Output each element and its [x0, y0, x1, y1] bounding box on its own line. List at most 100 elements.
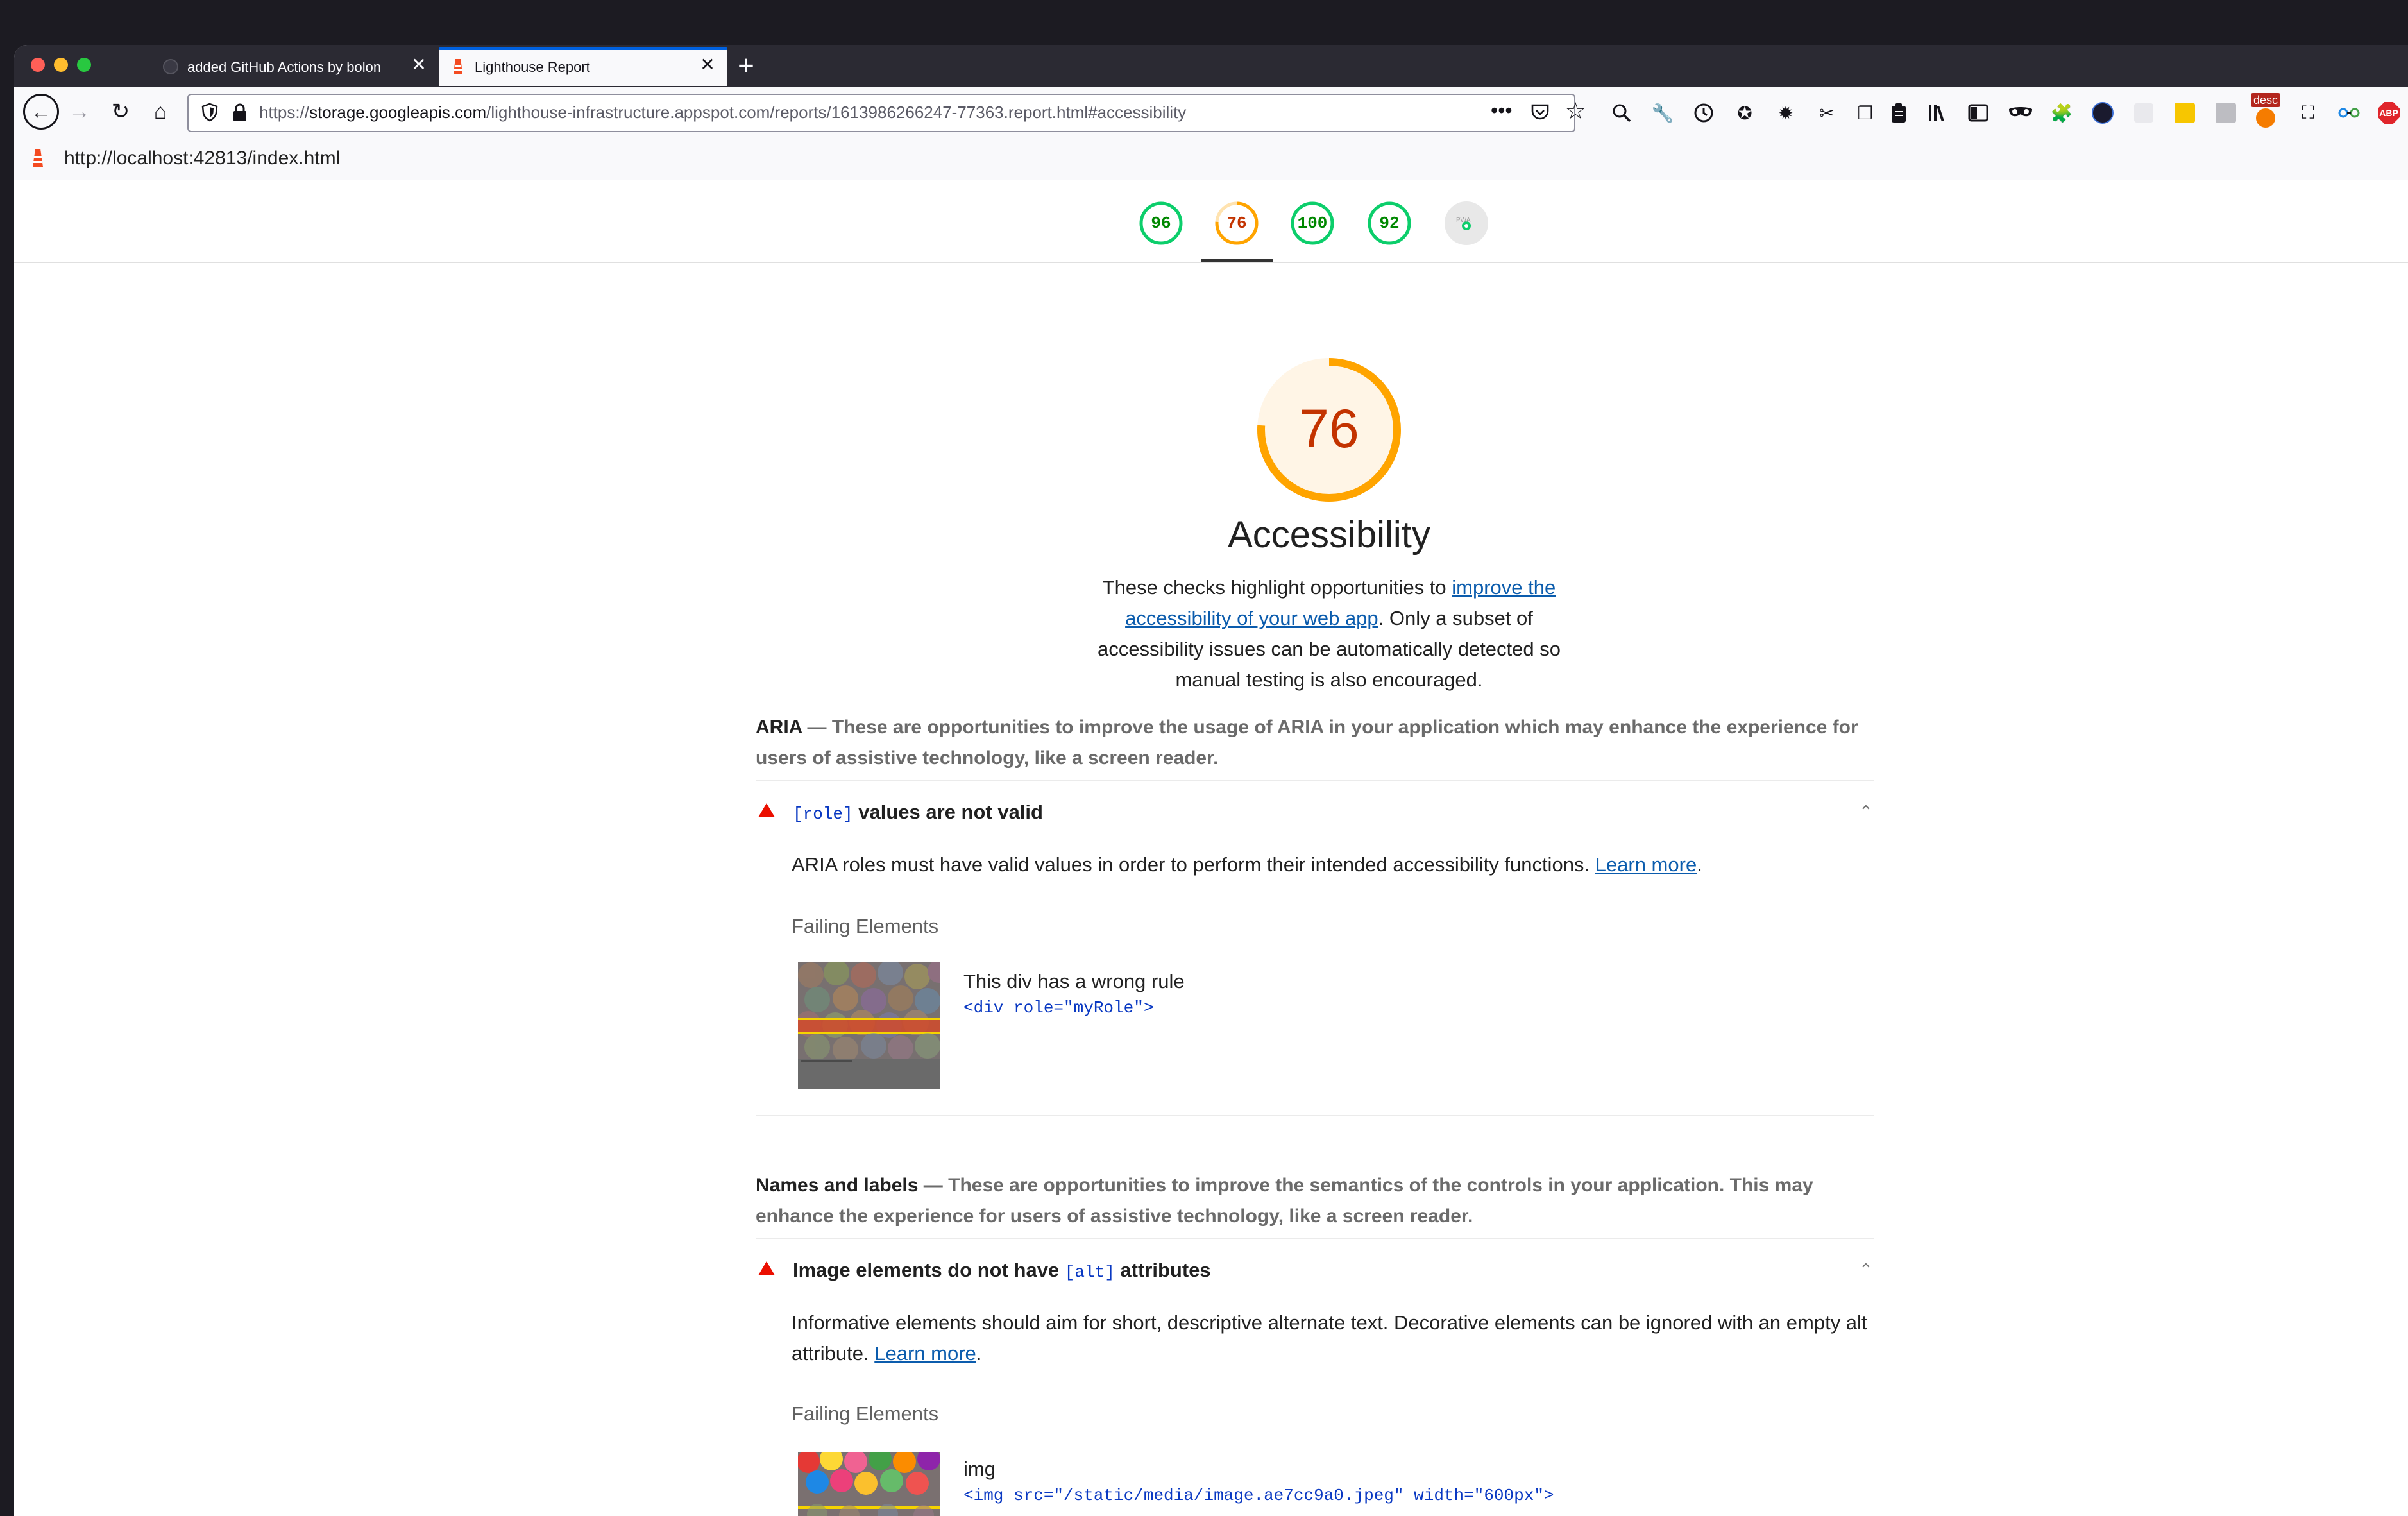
lock-icon[interactable]	[231, 103, 249, 123]
period: .	[1697, 853, 1702, 876]
group-separator: —	[802, 717, 832, 738]
scissors-icon[interactable]: ✂	[1814, 100, 1840, 126]
audit-description: Informative elements should aim for shor…	[792, 1307, 1869, 1369]
url-text[interactable]: https://storage.googleapis.com/lighthous…	[259, 103, 1350, 123]
audit-code: [role]	[793, 805, 853, 824]
seo-gauge[interactable]	[1366, 200, 1412, 246]
page-actions-icon[interactable]: •••	[1491, 99, 1513, 123]
navigation-toolbar: ← → ↻ ⌂ https://storage.googleapis.com/l…	[14, 87, 2408, 137]
back-button[interactable]: ←	[23, 94, 59, 130]
group-names-labels-header: Names and labels — These are opportuniti…	[756, 1170, 1879, 1232]
element-snippet: <img src="/static/media/image.ae7cc9a0.j…	[963, 1486, 1554, 1505]
learn-more-link[interactable]: Learn more	[1595, 853, 1697, 876]
desc-extension-icon[interactable]: desc	[2250, 92, 2281, 128]
audit-image-alt[interactable]: Image elements do not have [alt] attribu…	[756, 1252, 1874, 1291]
close-window-button[interactable]	[31, 58, 45, 72]
bookmark-star-icon[interactable]: ☆	[1565, 98, 1586, 124]
abp-icon[interactable]: ABP	[2376, 100, 2402, 126]
tested-url: http://localhost:42813/index.html	[64, 148, 341, 169]
yellow-extension-icon[interactable]	[2172, 100, 2198, 126]
tab-title: added GitHub Actions by bolon	[187, 59, 382, 75]
audit-title-text-before: Image elements do not have	[793, 1259, 1065, 1281]
url-host: storage.googleapis.com	[309, 103, 487, 122]
audit-title: [role] values are not valid	[793, 801, 1043, 824]
home-button[interactable]: ⌂	[145, 96, 176, 127]
search-icon[interactable]	[1609, 100, 1634, 126]
period: .	[976, 1342, 982, 1365]
maximize-window-button[interactable]	[77, 58, 91, 72]
reader-icon[interactable]: ✪	[1732, 100, 1758, 126]
new-tab-button[interactable]: +	[730, 50, 762, 82]
group-title: ARIA	[756, 717, 802, 738]
forward-button[interactable]: →	[64, 96, 95, 127]
element-screenshot-thumbnail[interactable]	[798, 962, 940, 1089]
abp-badge: ABP	[2378, 102, 2400, 124]
gray-extension-icon[interactable]	[2213, 100, 2239, 126]
settings-icon[interactable]: ✹	[1773, 100, 1799, 126]
performance-gauge[interactable]	[1138, 200, 1184, 246]
browser-window: added GitHub Actions by bolon ✕ Lighthou…	[14, 45, 2408, 1516]
fail-triangle-icon	[758, 1261, 775, 1275]
history-icon[interactable]	[1691, 100, 1717, 126]
desc-badge: desc	[2250, 93, 2281, 107]
avatar-icon[interactable]	[2090, 100, 2115, 126]
audit-role-values[interactable]: [role] values are not valid ⌃	[756, 794, 1874, 833]
audit-title: Image elements do not have [alt] attribu…	[793, 1259, 1211, 1282]
library-icon[interactable]	[1926, 100, 1951, 126]
lighthouse-icon	[452, 58, 464, 76]
copy-icon[interactable]: ❐	[1853, 100, 1878, 126]
report-page: 96 76 100 92 PWA 76 Accessibility These …	[14, 180, 2408, 1516]
element-label: This div has a wrong rule	[963, 970, 1185, 992]
report-url-bar: http://localhost:42813/index.html	[14, 136, 2408, 180]
tab-highlight	[439, 47, 727, 50]
sidebar-icon[interactable]	[1965, 100, 1991, 126]
failing-elements-heading: Failing Elements	[792, 915, 939, 937]
group-separator: —	[918, 1175, 949, 1196]
crop-icon[interactable]: ⛶	[2295, 100, 2321, 126]
minimize-window-button[interactable]	[54, 58, 68, 72]
tab-lighthouse-report[interactable]: Lighthouse Report ✕	[439, 47, 727, 86]
best-practices-gauge[interactable]	[1289, 200, 1335, 246]
chevron-up-icon[interactable]: ⌃	[1859, 802, 1873, 822]
score-gauges-bar: 96 76 100 92 PWA	[14, 180, 2408, 263]
tracking-shield-icon[interactable]	[199, 101, 221, 123]
element-snippet: <div role="myRole">	[963, 998, 1154, 1018]
chevron-up-icon[interactable]: ⌃	[1859, 1260, 1873, 1280]
url-protocol: https://	[259, 103, 310, 122]
group-aria-header: ARIA — These are opportunities to improv…	[756, 712, 1879, 774]
audit-description-text: ARIA roles must have valid values in ord…	[792, 853, 1595, 876]
category-title: Accessibility	[1228, 514, 1430, 556]
url-bar[interactable]: https://storage.googleapis.com/lighthous…	[187, 94, 1586, 132]
tab-title: Lighthouse Report	[475, 59, 590, 75]
selected-gauge-underline	[1201, 259, 1273, 262]
learn-more-link[interactable]: Learn more	[874, 1342, 976, 1365]
clipboard-icon[interactable]	[1886, 100, 1912, 126]
audit-description: ARIA roles must have valid values in ord…	[792, 849, 1869, 880]
divider	[756, 1238, 1874, 1239]
pwa-label: PWA	[1456, 217, 1471, 224]
audit-title-text: values are not valid	[852, 801, 1043, 823]
accessibility-gauge[interactable]	[1214, 200, 1260, 246]
group-title: Names and labels	[756, 1175, 919, 1196]
blank-extension-icon[interactable]	[2131, 100, 2157, 126]
fail-triangle-icon	[758, 803, 775, 817]
audit-title-text-after: attributes	[1114, 1259, 1211, 1281]
tab-strip: added GitHub Actions by bolon ✕ Lighthou…	[14, 45, 2408, 87]
element-screenshot-thumbnail[interactable]	[798, 1452, 940, 1516]
failing-elements-heading: Failing Elements	[792, 1402, 939, 1425]
divider	[756, 780, 1874, 781]
tab-github[interactable]: added GitHub Actions by bolon ✕	[150, 47, 439, 86]
lighthouse-logo-icon	[31, 148, 45, 168]
close-tab-icon[interactable]: ✕	[698, 55, 717, 74]
reload-button[interactable]: ↻	[105, 96, 136, 127]
extensions-icon[interactable]: 🧩	[2049, 100, 2074, 126]
divider	[756, 1115, 1874, 1116]
wrench-icon[interactable]: 🔧	[1650, 100, 1675, 126]
desktop-background	[0, 0, 2408, 45]
pocket-icon[interactable]	[1529, 101, 1551, 123]
category-description: These checks highlight opportunities to …	[1073, 572, 1586, 695]
glasses-icon[interactable]	[2336, 100, 2362, 126]
url-path: /lighthouse-infrastructure.appspot.com/r…	[486, 103, 1187, 122]
close-tab-icon[interactable]: ✕	[409, 55, 428, 74]
mask-icon[interactable]	[2008, 100, 2033, 126]
